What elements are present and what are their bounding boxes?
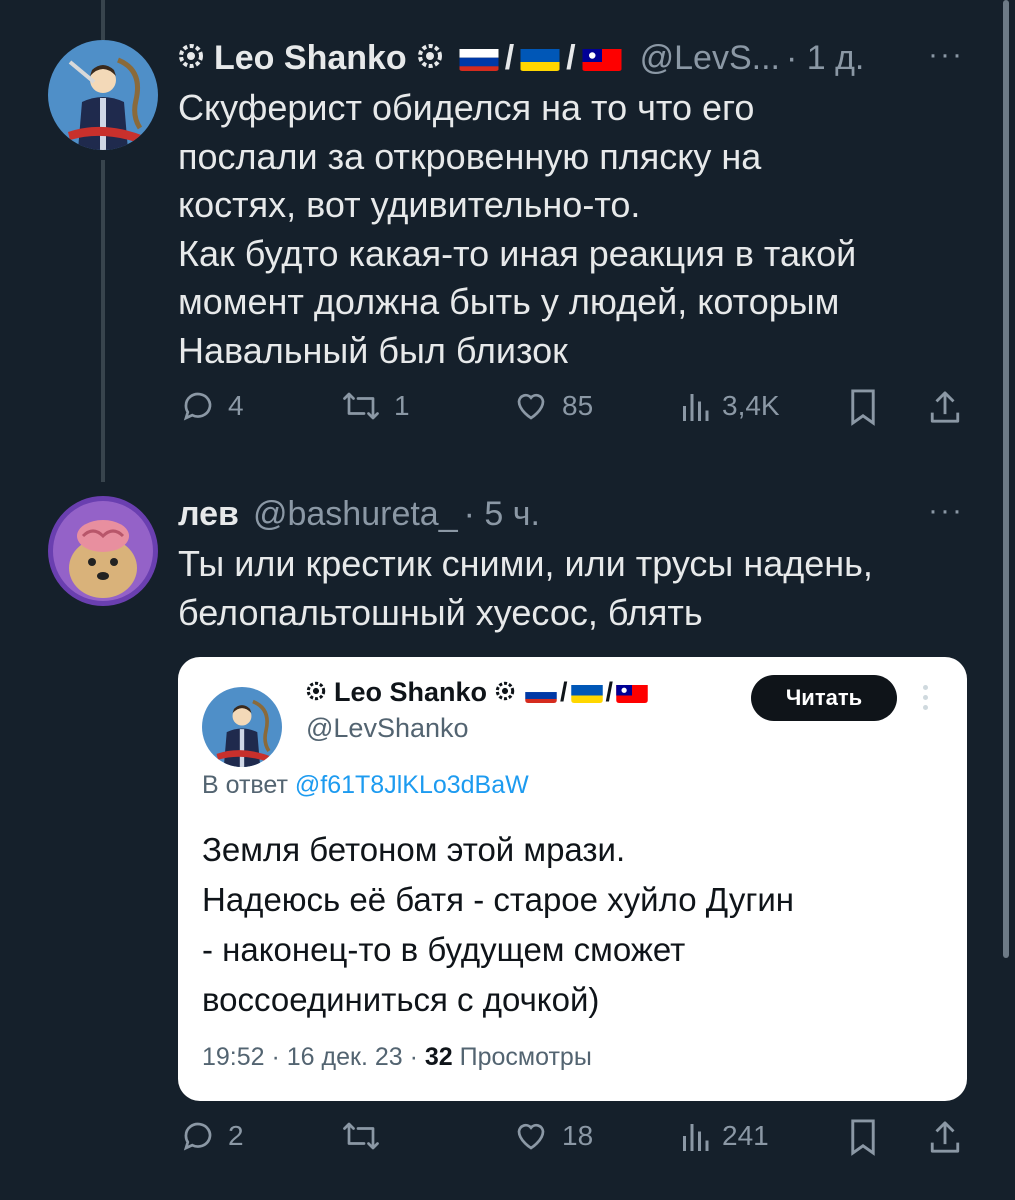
quoted-views-count: 32 [424, 1043, 453, 1071]
bookmark-icon [851, 1119, 875, 1156]
retweet-icon [343, 1122, 379, 1150]
reply-icon [183, 1122, 212, 1151]
reply-count: 4 [228, 390, 244, 421]
quoted-text-line: Надеюсь её батя - старое хуйло Дугин [202, 881, 795, 918]
bookmark-button[interactable] [848, 388, 890, 426]
like-icon [517, 1123, 545, 1150]
separator: / [566, 38, 576, 77]
tweet-text-line: Как будто какая-то иная реакция в такой [178, 232, 857, 274]
like-count: 18 [562, 1120, 594, 1151]
like-button[interactable]: 85 [512, 388, 593, 424]
quoted-text-line: Земля бетоном этой мрази. [202, 831, 626, 868]
more-icon[interactable]: ··· [928, 38, 964, 72]
reply-to-link[interactable]: @f61T8JlKLo3dBaW [295, 771, 529, 799]
quoted-text-line: воссоединиться с дочкой) [202, 981, 600, 1018]
like-count: 85 [562, 390, 594, 421]
tweet-text: Ты или крестик сними, или трусы надень, … [178, 540, 873, 637]
quoted-tweet-card[interactable]: Leo Shanko / / @LevShanko Читать В ответ… [178, 657, 967, 1101]
quoted-views-label: Просмотры [459, 1043, 592, 1071]
reply-icon [183, 392, 212, 421]
retweet-icon [343, 392, 379, 420]
quoted-timestamp[interactable]: 19:52 · 16 дек. 23 · [202, 1043, 418, 1071]
separator: / [605, 677, 614, 707]
tweet-text-line: Скуферист обиделся на то что его [178, 87, 755, 128]
avatar-lev[interactable] [48, 496, 158, 606]
like-button[interactable]: 18 [512, 1118, 593, 1154]
author-handle[interactable]: @bashureta_ [253, 495, 458, 534]
tweet-text-line: Ты или крестик сними, или трусы надень, [178, 543, 873, 584]
author-handle[interactable]: @LevS... [640, 39, 780, 78]
tweet-text: Скуферист обиделся на то что его послали… [178, 84, 856, 375]
quoted-author-row: Leo Shanko / / [306, 677, 648, 708]
views-icon [683, 1124, 709, 1151]
ukraine-flag-icon [520, 45, 560, 71]
separator: / [560, 677, 568, 707]
gear-badge-icon [495, 677, 515, 708]
more-icon[interactable]: ··· [928, 494, 964, 528]
quoted-author-handle[interactable]: @LevShanko [306, 713, 469, 744]
author-name[interactable]: Leo Shanko [214, 39, 407, 78]
views-button[interactable]: 3,4K [680, 388, 780, 424]
share-icon [930, 1121, 960, 1153]
retweet-button[interactable] [340, 1118, 394, 1154]
follow-button[interactable]: Читать [751, 675, 897, 721]
bookmark-icon [851, 389, 875, 426]
tweet-header: Leo Shanko / / @LevS... · 1 д. [178, 36, 864, 80]
bookmark-button[interactable] [848, 1118, 890, 1156]
ukraine-flag-icon [570, 682, 603, 703]
tweet-header: лев @bashureta_ · 5 ч. [178, 492, 540, 536]
share-icon [930, 391, 960, 423]
reply-button[interactable]: 2 [180, 1118, 244, 1154]
retweet-count: 1 [394, 390, 410, 421]
scrollbar[interactable] [1003, 0, 1009, 958]
gear-badge-icon [178, 39, 204, 78]
quoted-text-line: - наконец-то в будущем сможет [202, 931, 686, 968]
tweet-text-line: послали за откровенную пляску на [178, 135, 762, 177]
views-icon [683, 394, 709, 421]
views-button[interactable]: 241 [680, 1118, 769, 1154]
tweet-text-line: Навальный был близок [178, 329, 568, 371]
share-button[interactable] [928, 1118, 974, 1156]
separator: / [504, 38, 515, 77]
retweet-button[interactable]: 1 [340, 388, 410, 424]
tweet-actions: 4 1 85 3,4K [0, 388, 1015, 438]
gear-badge-icon [306, 677, 326, 708]
share-button[interactable] [928, 388, 974, 426]
tweet-text-line: костях, вот удивительно-то. [178, 184, 641, 225]
quoted-avatar[interactable] [202, 687, 282, 767]
views-count: 241 [722, 1120, 769, 1151]
russia-flag-icon [525, 682, 557, 703]
tweet-text-line: белопальтошный хуесос, блять [178, 591, 703, 633]
reply-context: В ответ @f61T8JlKLo3dBaW [202, 771, 529, 800]
reply-prefix: В ответ [202, 771, 288, 799]
quoted-meta: 19:52 · 16 дек. 23 · 32 Просмотры [202, 1043, 592, 1072]
quoted-tweet-text: Земля бетоном этой мрази. Надеюсь её бат… [202, 825, 794, 1025]
tweet-actions: 2 18 241 [0, 1118, 1015, 1168]
avatar-leo-shanko[interactable] [48, 40, 158, 150]
tweet-text-line: момент должна быть у людей, которым [178, 281, 840, 322]
views-count: 3,4K [722, 390, 780, 421]
reply-button[interactable]: 4 [180, 388, 244, 424]
like-icon [517, 393, 545, 420]
taiwan-flag-icon [582, 45, 622, 71]
russia-flag-icon [459, 45, 499, 71]
quoted-author-name[interactable]: Leo Shanko [334, 677, 487, 708]
reply-count: 2 [228, 1120, 244, 1151]
tweet-time[interactable]: · 1 д. [786, 39, 864, 78]
gear-badge-icon [417, 39, 443, 78]
tweet-time[interactable]: · 5 ч. [464, 495, 540, 534]
taiwan-flag-icon [616, 682, 648, 703]
author-name[interactable]: лев [178, 495, 239, 534]
kebab-menu-icon[interactable] [923, 685, 929, 715]
thread-line-top [101, 0, 105, 40]
